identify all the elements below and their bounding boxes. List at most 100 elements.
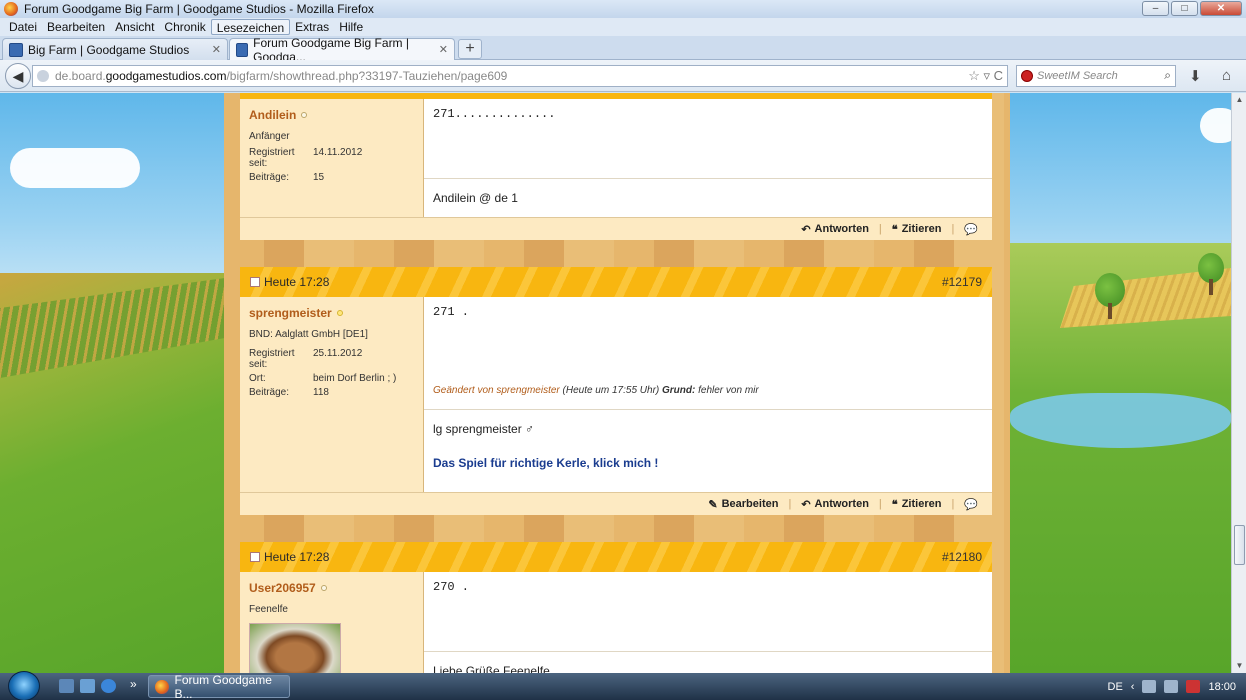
page-viewport: Andilein Anfänger Registriert seit: 14.11…: [0, 93, 1231, 673]
network-icon[interactable]: [1164, 680, 1179, 693]
signature-text: lg sprengmeister ♂: [433, 422, 535, 436]
tab-big-farm[interactable]: Big Farm | Goodgame Studios ✕: [2, 38, 228, 60]
search-input[interactable]: SweetIM Search ⌕: [1016, 65, 1176, 87]
reply-icon: ↶: [801, 498, 811, 511]
post-message: 270 .: [433, 580, 470, 594]
language-indicator[interactable]: DE: [1108, 681, 1123, 693]
separator: |: [951, 223, 955, 235]
scroll-up-icon[interactable]: ▲: [1232, 93, 1246, 107]
quicklaunch-chevron-icon[interactable]: »: [130, 677, 137, 691]
quote-label: Zitieren: [901, 498, 942, 510]
forum-column: Andilein Anfänger Registriert seit: 14.11…: [224, 93, 1010, 673]
home-icon[interactable]: ⌂: [1222, 67, 1231, 84]
search-placeholder: SweetIM Search: [1037, 70, 1118, 82]
tray-app-icon[interactable]: [1142, 680, 1157, 693]
user-avatar[interactable]: [249, 623, 341, 673]
multiquote-button[interactable]: 💬: [964, 498, 978, 511]
globe-icon: [37, 70, 49, 82]
cloud-image: [1200, 108, 1231, 143]
new-tab-button[interactable]: +: [458, 39, 482, 59]
back-button[interactable]: ◀: [5, 63, 31, 89]
url-actions[interactable]: ☆ ▿ C: [968, 68, 1003, 84]
post-content: 271 . Geändert von sprengmeister (Heute …: [424, 297, 992, 492]
tab-close-icon[interactable]: ✕: [433, 43, 448, 56]
separator: |: [878, 498, 882, 510]
edit-label: Bearbeiten: [721, 498, 779, 510]
user-title: Anfänger: [249, 131, 290, 142]
post-footer: ↶ Antworten | ❝ Zitieren | 💬: [240, 218, 992, 240]
edited-by-link[interactable]: Geändert von sprengmeister: [433, 385, 560, 396]
signature-link[interactable]: Das Spiel für richtige Kerle, klick mich…: [433, 456, 983, 470]
close-button[interactable]: ✕: [1200, 1, 1242, 16]
post-header: Heute 17:28 #12179: [240, 267, 992, 297]
edit-button[interactable]: ✎ Bearbeiten: [708, 498, 778, 511]
volume-icon[interactable]: [1186, 680, 1201, 693]
background-river: [1010, 393, 1231, 448]
field-value: 15: [313, 172, 325, 183]
menu-chronik[interactable]: Chronik: [159, 19, 210, 35]
menu-ansicht[interactable]: Ansicht: [110, 19, 159, 35]
page-scrollbar[interactable]: ▲ ▼: [1231, 93, 1246, 673]
url-path: /bigfarm/showthread.php?33197-Tauziehen/…: [226, 69, 508, 83]
tree-trunk: [1108, 303, 1112, 319]
explorer-icon[interactable]: [80, 679, 95, 693]
forum-post: Andilein Anfänger Registriert seit: 14.11…: [240, 93, 992, 240]
edited-reason: fehler von mir: [698, 385, 759, 396]
username-link[interactable]: User206957: [249, 581, 316, 595]
menu-extras[interactable]: Extras: [290, 19, 334, 35]
username-link[interactable]: Andilein: [249, 108, 296, 122]
select-post-checkbox[interactable]: [250, 277, 260, 287]
taskbar-firefox-button[interactable]: Forum Goodgame B...: [148, 673, 290, 700]
reply-button[interactable]: ↶ Antworten: [801, 498, 869, 511]
menu-datei[interactable]: Datei: [4, 19, 42, 35]
reply-button[interactable]: ↶ Antworten: [801, 223, 869, 236]
tab-close-icon[interactable]: ✕: [206, 43, 221, 56]
show-desktop-icon[interactable]: [59, 679, 74, 693]
field-value: beim Dorf Berlin ; ): [313, 373, 397, 384]
separator: |: [788, 498, 792, 510]
sweetim-icon: [1021, 70, 1033, 82]
tab-forum[interactable]: Forum Goodgame Big Farm | Goodga... ✕: [229, 36, 455, 64]
quote-button[interactable]: ❝ Zitieren: [892, 223, 942, 236]
post-number-link[interactable]: #12180: [942, 550, 982, 564]
edit-icon: ✎: [708, 498, 718, 511]
menu-bearbeiten[interactable]: Bearbeiten: [42, 19, 110, 35]
post-number-link[interactable]: #12179: [942, 275, 982, 289]
taskbar: » Forum Goodgame B... DE ‹ 18:00: [0, 671, 1246, 700]
maximize-button[interactable]: □: [1171, 1, 1198, 16]
quote-button[interactable]: ❝ Zitieren: [892, 498, 942, 511]
tab-favicon-icon: [9, 42, 23, 57]
multiquote-button[interactable]: 💬: [964, 223, 978, 236]
post-signature: Liebe Grüße Feenelfe: [424, 651, 992, 673]
internet-explorer-icon[interactable]: [101, 679, 116, 693]
edited-reason-label: Grund:: [662, 385, 696, 396]
scrollbar-thumb[interactable]: [1234, 525, 1245, 565]
username-link[interactable]: sprengmeister: [249, 306, 332, 320]
cloud-image: [10, 148, 140, 188]
user-info: sprengmeister BND: Aalglatt GmbH [DE1] R…: [240, 297, 424, 492]
search-icon[interactable]: ⌕: [1164, 68, 1171, 83]
post-message: 271 .: [433, 305, 470, 319]
tab-favicon-icon: [236, 42, 249, 57]
tray-expand-icon[interactable]: ‹: [1131, 681, 1135, 693]
quote-label: Zitieren: [901, 223, 942, 235]
select-post-checkbox[interactable]: [250, 552, 260, 562]
start-button[interactable]: [8, 671, 40, 700]
field-label: Beiträge:: [249, 387, 290, 398]
online-status-icon: [320, 585, 327, 591]
download-icon[interactable]: ⬇: [1189, 67, 1202, 85]
url-bar[interactable]: de.board. goodgamestudios.com/bigfarm/sho…: [32, 65, 1008, 87]
menu-hilfe[interactable]: Hilfe: [334, 19, 368, 35]
post-header: Heute 17:28 #12180: [240, 542, 992, 572]
online-status-icon: [301, 112, 308, 118]
clock[interactable]: 18:00: [1208, 681, 1236, 693]
minimize-button[interactable]: –: [1142, 1, 1169, 16]
menu-lesezeichen[interactable]: Lesezeichen: [210, 19, 291, 35]
field-value: 14.11.2012: [313, 147, 363, 158]
edit-note: Geändert von sprengmeister (Heute um 17:…: [433, 385, 759, 396]
post-date: Heute 17:28: [264, 550, 330, 564]
reply-label: Antworten: [814, 223, 869, 235]
firefox-icon: [155, 679, 169, 694]
field-value: 118: [313, 387, 329, 398]
scroll-down-icon[interactable]: ▼: [1232, 659, 1246, 673]
